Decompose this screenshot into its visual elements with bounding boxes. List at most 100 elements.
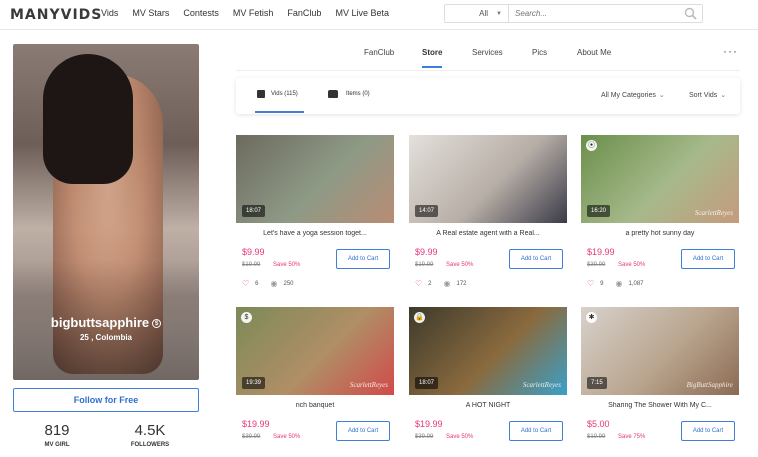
add-to-cart-button[interactable]: Add to Cart: [509, 249, 563, 269]
tab-fanclub[interactable]: FanClub: [364, 48, 394, 57]
video-thumbnail[interactable]: 18:07: [236, 135, 394, 223]
video-title[interactable]: Sharing The Shower With My C...: [581, 402, 739, 409]
nav-vids[interactable]: Vids: [101, 8, 118, 18]
video-original-price: $39.99: [587, 262, 606, 268]
video-title[interactable]: A HOT NIGHT: [409, 402, 567, 409]
video-thumbnail[interactable]: $ 19:39 ScarlettReyes: [236, 307, 394, 395]
nav-mv-stars[interactable]: MV Stars: [132, 8, 169, 18]
video-original-price: $19.99: [242, 262, 261, 268]
stat-label: MV GIRL: [44, 442, 70, 448]
video-watermark: ScarlettReyes: [349, 381, 388, 389]
like-count: 9: [600, 280, 604, 287]
stat-value: 819: [44, 422, 70, 439]
more-options-icon[interactable]: ···: [723, 44, 738, 58]
video-price: $9.99: [415, 247, 438, 257]
video-card[interactable]: 14:07 A Real estate agent with a Real...…: [409, 135, 567, 288]
video-discount: Save 50%: [273, 434, 301, 440]
view-count: 172: [456, 280, 467, 287]
search-icon[interactable]: [678, 5, 702, 22]
verified-icon: $: [152, 319, 162, 329]
follow-button[interactable]: Follow for Free: [13, 388, 199, 412]
chevron-down-icon: ⌄: [658, 92, 665, 99]
profile-username: bigbuttsapphire $: [13, 315, 199, 330]
content-badge-icon: 🔒: [414, 312, 425, 323]
profile-hair: [43, 54, 133, 184]
video-watermark: ScarlettReyes: [522, 381, 561, 389]
video-stats: ♡ 6 ◉ 250: [242, 279, 294, 288]
video-thumbnail[interactable]: ⦿ 16:20 ScarlettReyes: [581, 135, 739, 223]
chevron-down-icon: ▼: [496, 10, 502, 17]
stat-mv-girl: 819 MV GIRL: [29, 422, 85, 448]
video-thumbnail[interactable]: ✱ 7:15 BigButtSapphire: [581, 307, 739, 395]
active-tab-indicator: [422, 66, 442, 68]
filter-tab-vids-label: Vids (115): [271, 91, 298, 97]
video-discount: Save 50%: [273, 262, 301, 268]
search-category-value: All: [479, 9, 489, 18]
video-price: $19.99: [242, 419, 270, 429]
video-card[interactable]: 🔒 18:07 ScarlettReyes A HOT NIGHT $19.99…: [409, 307, 567, 457]
tab-store[interactable]: Store: [422, 48, 442, 57]
top-navigation: MANYVIDS Vids MV Stars Contests MV Fetis…: [0, 0, 758, 30]
video-card[interactable]: 18:07 Let's have a yoga session toget...…: [236, 135, 394, 288]
chevron-down-icon: ⌄: [720, 92, 727, 99]
video-duration: 16:20: [587, 205, 611, 217]
video-stats: ♡ 9 ◉ 1,087: [587, 279, 644, 288]
view-count: 1,087: [628, 280, 644, 287]
video-stats: ♡ 2 ◉ 172: [415, 279, 467, 288]
content-badge-icon: $: [241, 312, 252, 323]
tshirt-icon: [328, 90, 338, 98]
profile-username-text: bigbuttsapphire: [50, 315, 150, 330]
tab-about-me[interactable]: About Me: [577, 48, 611, 57]
add-to-cart-button[interactable]: Add to Cart: [336, 249, 390, 269]
add-to-cart-button[interactable]: Add to Cart: [509, 421, 563, 441]
video-discount: Save 50%: [618, 262, 646, 268]
tab-services[interactable]: Services: [472, 48, 503, 57]
heart-icon[interactable]: ♡: [415, 279, 422, 288]
video-price: $5.00: [587, 419, 610, 429]
video-duration: 19:39: [242, 377, 266, 389]
video-card[interactable]: ⦿ 16:20 ScarlettReyes a pretty hot sunny…: [581, 135, 739, 288]
clapperboard-icon: [257, 90, 265, 98]
video-thumbnail[interactable]: 🔒 18:07 ScarlettReyes: [409, 307, 567, 395]
video-title[interactable]: rich banquet: [236, 402, 394, 409]
video-price: $19.99: [415, 419, 443, 429]
video-price: $9.99: [242, 247, 265, 257]
video-title[interactable]: Let's have a yoga session toget...: [236, 230, 394, 237]
content-badge-icon: ✱: [586, 312, 597, 323]
add-to-cart-button[interactable]: Add to Cart: [336, 421, 390, 441]
search-input[interactable]: [509, 5, 678, 22]
sort-dropdown[interactable]: Sort Vids ⌄: [689, 91, 726, 99]
video-thumbnail[interactable]: 14:07: [409, 135, 567, 223]
video-discount: Save 50%: [446, 262, 474, 268]
site-logo[interactable]: MANYVIDS: [10, 7, 102, 23]
filter-active-indicator: [255, 111, 304, 113]
categories-dropdown[interactable]: All My Categories ⌄: [601, 91, 665, 99]
tab-pics[interactable]: Pics: [532, 48, 547, 57]
video-card[interactable]: ✱ 7:15 BigButtSapphire Sharing The Showe…: [581, 307, 739, 457]
video-title[interactable]: A Real estate agent with a Real...: [409, 230, 567, 237]
main-nav: Vids MV Stars Contests MV Fetish FanClub…: [101, 8, 403, 18]
video-card[interactable]: $ 19:39 ScarlettReyes rich banquet $19.9…: [236, 307, 394, 457]
eye-icon: ◉: [443, 279, 451, 288]
filter-tab-items[interactable]: Items (0): [328, 90, 370, 98]
video-duration: 7:15: [587, 377, 607, 389]
store-filter-bar: Vids (115) Items (0) All My Categories ⌄ …: [236, 78, 740, 114]
search-category-select[interactable]: All ▼: [445, 5, 509, 22]
filter-tab-vids[interactable]: Vids (115): [257, 90, 298, 98]
nav-mv-fetish[interactable]: MV Fetish: [233, 8, 274, 18]
video-discount: Save 75%: [618, 434, 646, 440]
video-duration: 18:07: [242, 205, 266, 217]
nav-mv-live[interactable]: MV Live Beta: [335, 8, 389, 18]
heart-icon[interactable]: ♡: [587, 279, 594, 288]
add-to-cart-button[interactable]: Add to Cart: [681, 249, 735, 269]
filter-tab-items-label: Items (0): [346, 91, 370, 97]
eye-icon: ◉: [615, 279, 623, 288]
profile-location: 25 , Colombia: [79, 333, 132, 342]
video-discount: Save 50%: [446, 434, 474, 440]
nav-contests[interactable]: Contests: [183, 8, 219, 18]
video-duration: 14:07: [415, 205, 439, 217]
heart-icon[interactable]: ♡: [242, 279, 249, 288]
add-to-cart-button[interactable]: Add to Cart: [681, 421, 735, 441]
nav-fanclub[interactable]: FanClub: [287, 8, 321, 18]
video-title[interactable]: a pretty hot sunny day: [581, 230, 739, 237]
